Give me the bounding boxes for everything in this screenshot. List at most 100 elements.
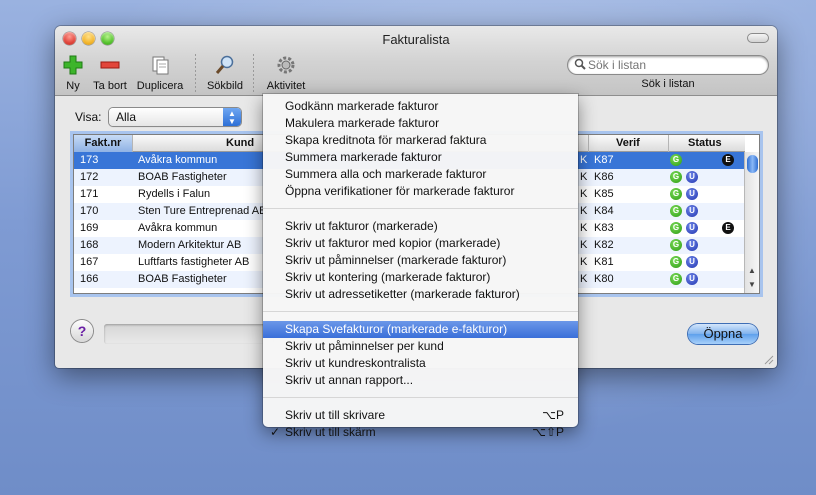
status-badge-e-icon: E xyxy=(722,154,734,166)
resize-grip-icon[interactable] xyxy=(762,353,774,365)
cell-account: K xyxy=(580,239,588,251)
column-divider xyxy=(588,135,589,152)
menu-item[interactable]: Skapa kreditnota för markerad faktura xyxy=(263,132,578,149)
cell-verif: K86 xyxy=(594,171,614,183)
menu-item-label: Skriv ut annan rapport... xyxy=(285,373,414,387)
menu-item[interactable]: Summera alla och markerade fakturor xyxy=(263,166,578,183)
cell-verif: K84 xyxy=(594,205,614,217)
duplicate-icon xyxy=(149,54,171,76)
cell-fakt-nr: 167 xyxy=(80,256,99,268)
menu-item-label: Makulera markerade fakturor xyxy=(285,116,440,130)
menu-item-label: Summera markerade fakturor xyxy=(285,150,442,164)
minus-icon xyxy=(99,54,121,76)
toolbar-duplicate-button[interactable]: Duplicera xyxy=(135,54,185,94)
scrollbar-thumb[interactable] xyxy=(747,155,758,173)
cell-kund: Luftfarts fastigheter AB xyxy=(138,256,250,268)
cell-kund: Modern Arkitektur AB xyxy=(138,239,242,251)
menu-item-label: Skriv ut till skärm xyxy=(285,425,376,439)
chevron-updown-icon: ▲ ▼ xyxy=(223,108,241,126)
toolbar-delete-button[interactable]: Ta bort xyxy=(89,54,131,94)
menu-item-label: Skriv ut kontering (markerade fakturor) xyxy=(285,270,491,284)
status-badge-g-icon: G xyxy=(670,154,682,166)
menu-item[interactable]: Skriv ut fakturor med kopior (markerade) xyxy=(263,235,578,252)
menu-item[interactable]: Summera markerade fakturor xyxy=(263,149,578,166)
toolbar-new-button[interactable]: Ny xyxy=(61,54,85,94)
menu-separator xyxy=(263,397,578,398)
cell-verif: K83 xyxy=(594,222,614,234)
column-header-kund[interactable]: Kund xyxy=(226,137,254,149)
filter-selected-value: Alla xyxy=(116,110,137,124)
cell-fakt-nr: 168 xyxy=(80,239,99,251)
status-badge-u-icon: U xyxy=(686,188,698,200)
menu-item[interactable]: ✓ Skriv ut till skärm ⌥⇧P xyxy=(263,424,578,441)
status-badge-u-icon: U xyxy=(686,171,698,183)
scroll-up-arrow-icon[interactable]: ▲ xyxy=(748,266,756,275)
menu-separator xyxy=(263,208,578,209)
table-scrollbar[interactable]: ▲ ▼ xyxy=(744,152,759,293)
cell-kund: Avåkra kommun xyxy=(138,154,218,166)
menu-item[interactable]: Skriv ut till skrivare ⌥P xyxy=(263,407,578,424)
cell-fakt-nr: 172 xyxy=(80,171,99,183)
menu-item-label: Skriv ut påminnelser (markerade fakturor… xyxy=(285,253,507,267)
menu-item-label: Skapa Svefakturor (markerade e-fakturor) xyxy=(285,322,508,336)
column-divider xyxy=(132,135,133,152)
status-badge-g-icon: G xyxy=(670,222,682,234)
cell-verif: K85 xyxy=(594,188,614,200)
menu-item[interactable]: Skriv ut kundreskontralista xyxy=(263,355,578,372)
cell-account: K xyxy=(580,154,588,166)
cell-fakt-nr: 166 xyxy=(80,273,99,285)
cell-kund: BOAB Fastigheter xyxy=(138,171,227,183)
menu-item[interactable]: Öppna verifikationer för markerade faktu… xyxy=(263,183,578,200)
menu-item[interactable]: Skriv ut adressetiketter (markerade fakt… xyxy=(263,286,578,303)
menu-item[interactable]: Skriv ut fakturor (markerade) xyxy=(263,218,578,235)
open-button[interactable]: Öppna xyxy=(688,324,758,344)
status-badge-g-icon: G xyxy=(670,273,682,285)
toolbar-new-label: Ny xyxy=(66,80,80,92)
help-button[interactable]: ? xyxy=(71,320,93,342)
toolbar-activity-label: Aktivitet xyxy=(266,80,306,92)
menu-item[interactable]: Skriv ut kontering (markerade fakturor) xyxy=(263,269,578,286)
menu-item[interactable]: Skapa Svefakturor (markerade e-fakturor) xyxy=(263,321,578,338)
menu-item[interactable]: Skriv ut påminnelser (markerade fakturor… xyxy=(263,252,578,269)
toolbar-toggle-button[interactable] xyxy=(747,33,769,43)
column-divider xyxy=(668,135,669,152)
menu-item-shortcut: ⌥⇧P xyxy=(532,425,564,439)
menu-item[interactable]: Skriv ut påminnelser per kund xyxy=(263,338,578,355)
filter-select[interactable]: Alla ▲ ▼ xyxy=(109,108,241,126)
checkmark-icon: ✓ xyxy=(270,425,281,439)
status-badge-u-icon: U xyxy=(686,273,698,285)
toolbar-delete-label: Ta bort xyxy=(93,80,127,92)
scroll-down-arrow-icon[interactable]: ▼ xyxy=(748,280,756,289)
column-header-verif[interactable]: Verif xyxy=(616,137,640,149)
progress-bar xyxy=(104,324,274,344)
column-header-status[interactable]: Status xyxy=(688,137,722,149)
cell-kund: Sten Ture Entreprenad AB xyxy=(138,205,267,217)
menu-item-label: Summera alla och markerade fakturor xyxy=(285,167,487,181)
menu-item[interactable]: Skriv ut annan rapport... xyxy=(263,372,578,389)
status-badge-g-icon: G xyxy=(670,205,682,217)
status-badge-u-icon: U xyxy=(686,239,698,251)
column-header-fakt-nr[interactable]: Fakt.nr xyxy=(74,135,132,152)
window-title: Fakturalista xyxy=(382,32,450,47)
cell-account: K xyxy=(580,171,588,183)
cell-verif: K82 xyxy=(594,239,614,251)
cell-account: K xyxy=(580,205,588,217)
cell-verif: K81 xyxy=(594,256,614,268)
context-menu: Godkänn markerade fakturor Makulera marke… xyxy=(263,94,578,439)
status-badge-g-icon: G xyxy=(670,239,682,251)
window-titlebar: Fakturalista Ny Ta bort Duplicera Sökbil… xyxy=(55,26,777,96)
menu-item-label: Godkänn markerade fakturor xyxy=(285,99,439,113)
toolbar-separator xyxy=(195,54,196,92)
toolbar-activity-button[interactable]: Aktivitet xyxy=(263,54,309,94)
menu-item[interactable]: Makulera markerade fakturor xyxy=(263,115,578,132)
toolbar-searchview-button[interactable]: Sökbild xyxy=(205,54,245,94)
search-input[interactable] xyxy=(588,57,758,72)
menu-item-label: Skapa kreditnota för markerad faktura xyxy=(285,133,487,147)
cell-kund: Rydells i Falun xyxy=(138,188,211,200)
menu-item[interactable]: Godkänn markerade fakturor xyxy=(263,98,578,115)
status-badge-e-icon: E xyxy=(722,222,734,234)
cell-account: K xyxy=(580,188,588,200)
search-field[interactable] xyxy=(568,56,768,74)
menu-item-label: Öppna verifikationer för markerade faktu… xyxy=(285,184,515,198)
cell-kund: BOAB Fastigheter xyxy=(138,273,227,285)
